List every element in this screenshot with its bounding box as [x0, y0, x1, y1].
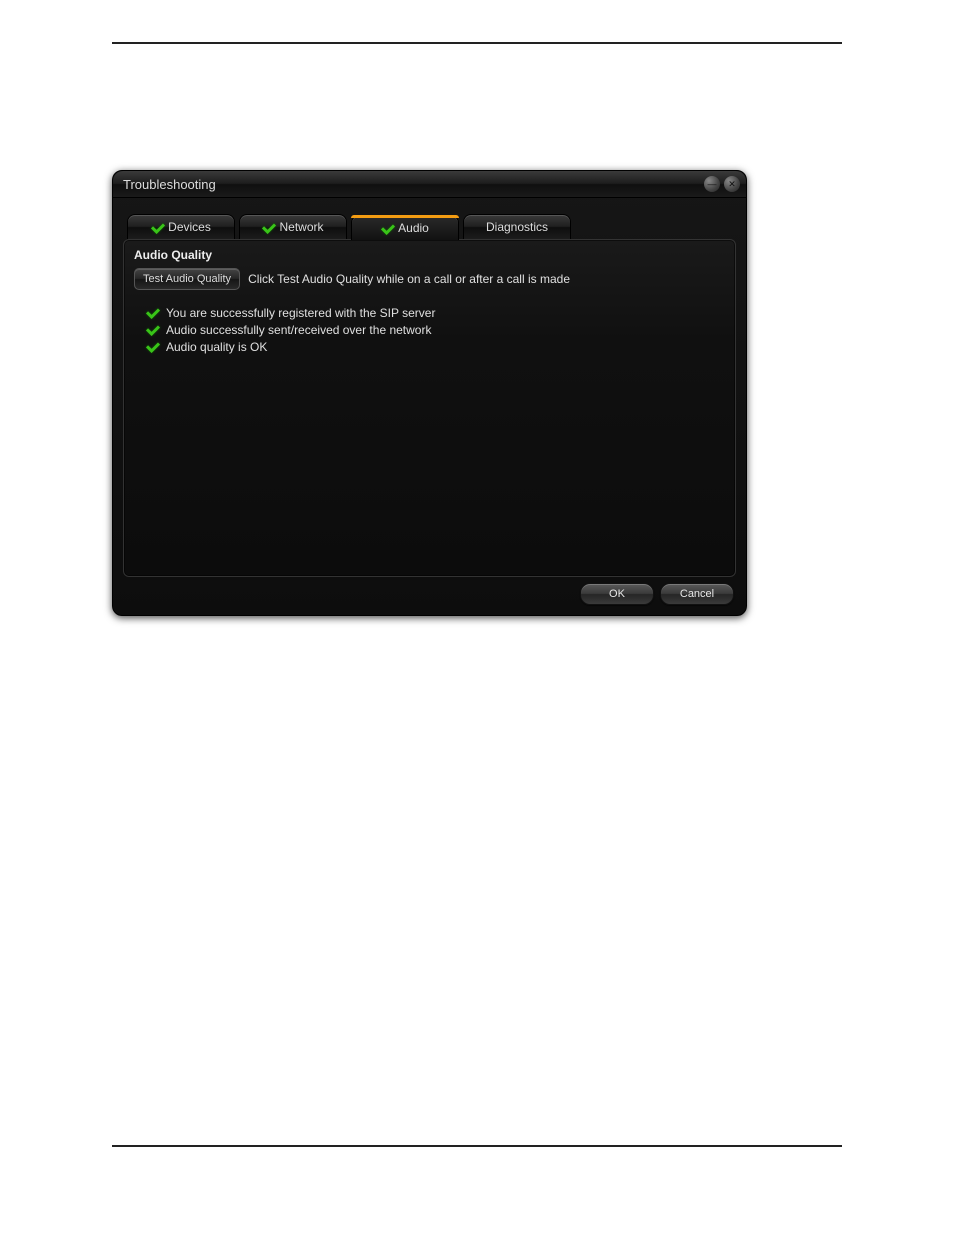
tab-network[interactable]: Network: [239, 214, 347, 239]
tab-devices[interactable]: Devices: [127, 214, 235, 239]
tab-label: Devices: [168, 220, 211, 234]
test-audio-quality-button[interactable]: Test Audio Quality: [134, 268, 240, 290]
close-icon[interactable]: [724, 176, 740, 192]
tabs-row: Devices Network Audio Diagnostics: [113, 198, 746, 239]
status-item: You are successfully registered with the…: [146, 306, 725, 320]
section-title: Audio Quality: [134, 248, 725, 262]
minimize-icon[interactable]: [704, 176, 720, 192]
page-top-rule: [112, 42, 842, 44]
check-icon: [381, 222, 393, 234]
test-row: Test Audio Quality Click Test Audio Qual…: [134, 268, 725, 290]
tab-label: Network: [279, 220, 323, 234]
status-text: You are successfully registered with the…: [166, 306, 435, 320]
check-icon: [151, 221, 163, 233]
tab-audio[interactable]: Audio: [351, 215, 459, 240]
tab-label: Diagnostics: [486, 220, 548, 234]
status-text: Audio quality is OK: [166, 340, 267, 354]
cancel-button[interactable]: Cancel: [660, 583, 734, 605]
status-item: Audio quality is OK: [146, 340, 725, 354]
troubleshooting-dialog: Troubleshooting Devices Network Audio Di…: [112, 170, 747, 616]
status-text: Audio successfully sent/received over th…: [166, 323, 431, 337]
tab-diagnostics[interactable]: Diagnostics: [463, 214, 571, 239]
check-icon: [262, 221, 274, 233]
dialog-footer: OK Cancel: [580, 583, 734, 605]
ok-button[interactable]: OK: [580, 583, 654, 605]
check-icon: [146, 306, 160, 320]
page-bottom-rule: [112, 1145, 842, 1147]
test-hint: Click Test Audio Quality while on a call…: [248, 272, 570, 286]
check-icon: [146, 340, 160, 354]
audio-panel: Audio Quality Test Audio Quality Click T…: [123, 239, 736, 577]
status-item: Audio successfully sent/received over th…: [146, 323, 725, 337]
status-list: You are successfully registered with the…: [146, 306, 725, 354]
tab-label: Audio: [398, 221, 429, 235]
check-icon: [146, 323, 160, 337]
titlebar: Troubleshooting: [113, 171, 746, 198]
dialog-title: Troubleshooting: [123, 177, 700, 192]
